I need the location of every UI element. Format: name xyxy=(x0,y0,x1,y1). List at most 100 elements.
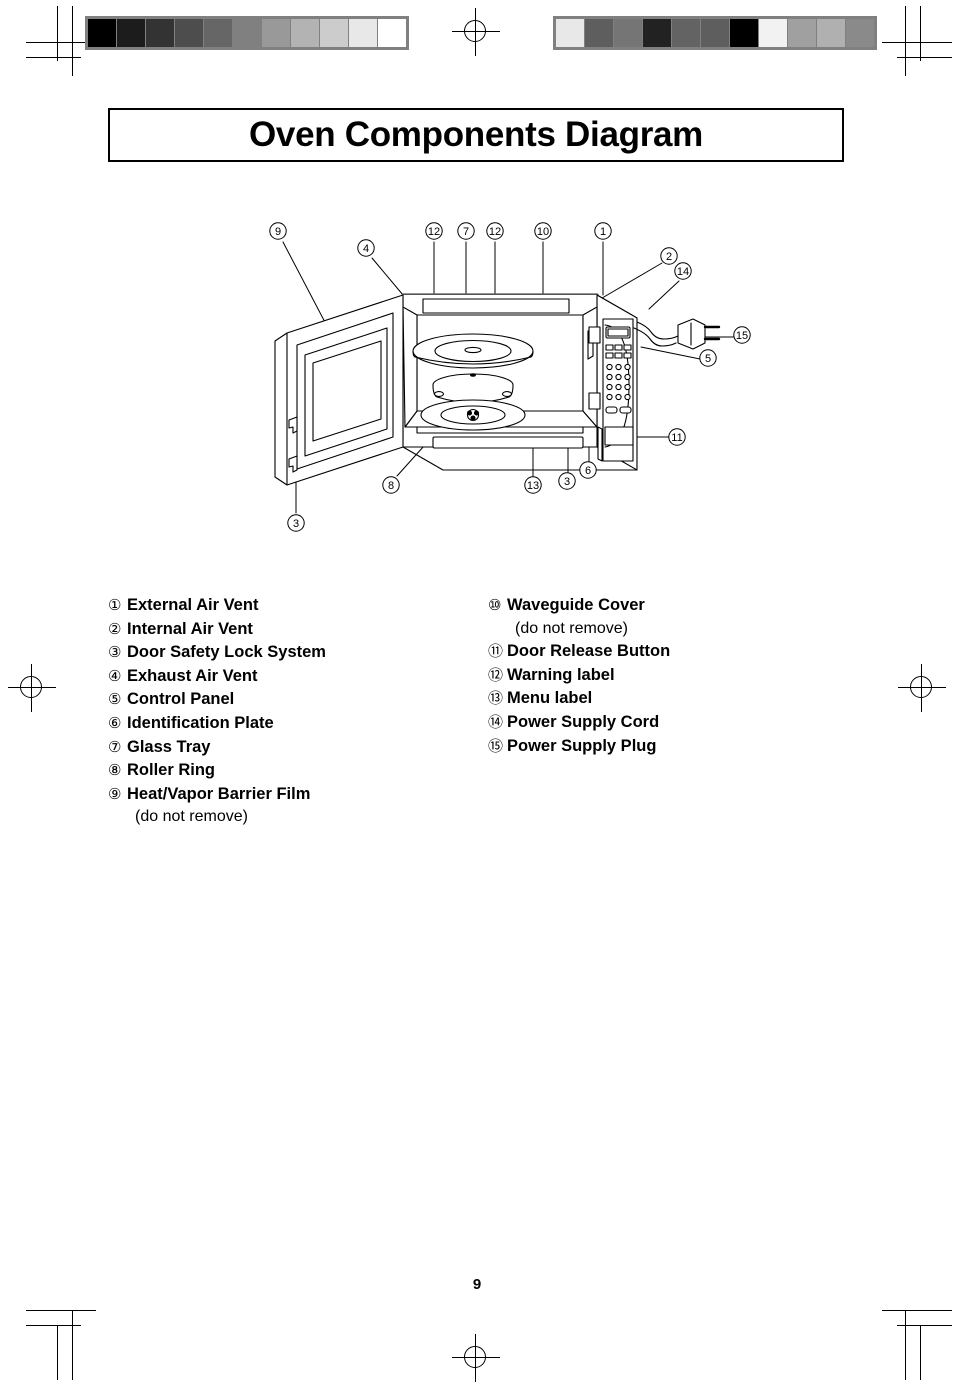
menu-label xyxy=(432,436,584,449)
legend-item-right-1: ⑪ Door Release Button xyxy=(488,640,858,664)
legend-item-label: Roller Ring xyxy=(127,761,216,780)
callout-15: 15 xyxy=(733,326,751,344)
callout-number: 3 xyxy=(293,518,299,530)
callout-number: 15 xyxy=(736,330,748,342)
legend-item-number: ⑥ xyxy=(108,714,122,732)
legend-item-label: Control Panel xyxy=(127,690,235,709)
callout-12a: 12 xyxy=(425,222,443,240)
legend-item-label: Identification Plate xyxy=(127,713,274,732)
glass-tray xyxy=(412,333,534,369)
callout-number: 8 xyxy=(388,480,394,492)
callout-number: 10 xyxy=(537,226,549,238)
legend-item-number: ④ xyxy=(108,667,122,685)
callout-10: 10 xyxy=(534,222,552,240)
roller-ring xyxy=(432,373,514,403)
gray-swatch-10 xyxy=(378,19,406,47)
registration-crosshair-horizontal xyxy=(452,31,500,32)
callout-number: 12 xyxy=(428,226,440,238)
legend-item-label: Heat/Vapor Barrier Film xyxy=(127,784,311,803)
legend-item-note: (do not remove) xyxy=(515,619,628,637)
callout-4: 4 xyxy=(357,239,375,257)
callout-number: 4 xyxy=(363,243,369,255)
gray-swatch-3 xyxy=(643,19,672,47)
legend-item-label: Menu label xyxy=(507,689,593,708)
grayscale-calibration-strip-right xyxy=(553,16,877,50)
oven-components-diagram: 9 4 12 7 12 10 1 2 14 15 5 11 6 3 13 8 3 xyxy=(245,215,765,535)
callout-number: 1 xyxy=(600,226,606,238)
legend-item-left-3: ④ Exhaust Air Vent xyxy=(108,665,478,689)
legend-item-label: External Air Vent xyxy=(127,596,259,614)
identification-plate xyxy=(597,426,603,462)
legend-column-left: ① External Air Vent ② Internal Air Vent ③ Doo… xyxy=(108,594,478,829)
legend-item-number: ⑮ xyxy=(488,737,504,755)
callout-number: 13 xyxy=(527,480,539,492)
crop-mark-bottom-right xyxy=(872,1300,952,1380)
callout-number: 7 xyxy=(463,226,469,238)
callout-3b: 3 xyxy=(558,472,576,490)
tray-coupler xyxy=(420,399,526,431)
gray-swatch-2 xyxy=(146,19,175,47)
gray-swatch-9 xyxy=(817,19,846,47)
legend-item-right-4: ⑭ Power Supply Cord xyxy=(488,711,858,735)
gray-swatch-5 xyxy=(233,19,262,47)
legend-item-number: ⑫ xyxy=(488,666,504,684)
gray-swatch-0 xyxy=(556,19,585,47)
gray-swatch-8 xyxy=(788,19,817,47)
legend-item-left-4: ⑤ Control Panel xyxy=(108,688,478,712)
legend-item-left-7: ⑧ Roller Ring xyxy=(108,759,478,783)
registration-crosshair-vertical xyxy=(921,664,922,712)
door-lock-hole-upper xyxy=(588,326,601,344)
legend-item-label: Glass Tray xyxy=(127,737,211,756)
legend-item-note: (do not remove) xyxy=(135,808,248,826)
callout-number: 3 xyxy=(564,476,570,488)
legend-item-label: Internal Air Vent xyxy=(127,619,253,638)
registration-target-left-center xyxy=(8,664,56,712)
callout-9: 9 xyxy=(269,222,287,240)
page-number: 9 xyxy=(472,1276,482,1293)
legend-item-number: ⑩ xyxy=(488,597,502,614)
gray-swatch-1 xyxy=(585,19,614,47)
power-supply-cord xyxy=(633,321,679,347)
legend-item-left-8: ⑨ Heat/Vapor Barrier Film xyxy=(108,783,478,807)
callout-number: 5 xyxy=(705,353,711,365)
registration-crosshair-horizontal xyxy=(8,687,56,688)
callout-number: 2 xyxy=(666,251,672,263)
callout-number: 11 xyxy=(671,432,682,444)
registration-crosshair-vertical xyxy=(475,1334,476,1382)
legend-item-number: ⑪ xyxy=(488,643,504,661)
registration-crosshair-vertical xyxy=(31,664,32,712)
gray-swatch-10 xyxy=(846,19,874,47)
gray-swatch-4 xyxy=(204,19,233,47)
callout-11: 11 xyxy=(668,428,686,446)
registration-crosshair-vertical xyxy=(475,8,476,56)
door-lock-hole-lower xyxy=(588,392,601,410)
callout-number: 6 xyxy=(585,465,591,477)
control-panel xyxy=(602,318,634,462)
warning-label-top xyxy=(422,298,570,314)
gray-swatch-5 xyxy=(701,19,730,47)
door-release-button xyxy=(604,426,634,446)
page-title-box: Oven Components Diagram xyxy=(108,108,844,162)
legend-item-number: ⑬ xyxy=(488,690,504,708)
gray-swatch-8 xyxy=(320,19,349,47)
callout-3a: 3 xyxy=(287,514,305,532)
registration-crosshair-horizontal xyxy=(898,687,946,688)
legend-item-left-5: ⑥ Identification Plate xyxy=(108,712,478,736)
legend-item-number: ⑭ xyxy=(488,713,504,731)
callout-14: 14 xyxy=(674,262,692,280)
legend-item-right-5: ⑮ Power Supply Plug xyxy=(488,735,858,759)
gray-swatch-7 xyxy=(759,19,788,47)
legend-item-left-0: ① External Air Vent xyxy=(108,594,478,618)
legend-item-label: Power Supply Plug xyxy=(507,736,657,755)
legend-item-right-3: ⑬ Menu label xyxy=(488,687,858,711)
gray-swatch-0 xyxy=(88,19,117,47)
gray-swatch-2 xyxy=(614,19,643,47)
gray-swatch-1 xyxy=(117,19,146,47)
crop-mark-bottom-left xyxy=(26,1300,106,1380)
legend-item-right-0: ⑩ Waveguide Cover xyxy=(488,594,858,618)
callout-number: 14 xyxy=(677,266,689,278)
legend-item-number: ⑤ xyxy=(108,691,122,709)
legend-item-label: Warning label xyxy=(507,665,615,684)
gray-swatch-7 xyxy=(291,19,320,47)
legend-column-right: ⑩ Waveguide Cover (do not remove) ⑪ Door Rel… xyxy=(488,594,858,758)
